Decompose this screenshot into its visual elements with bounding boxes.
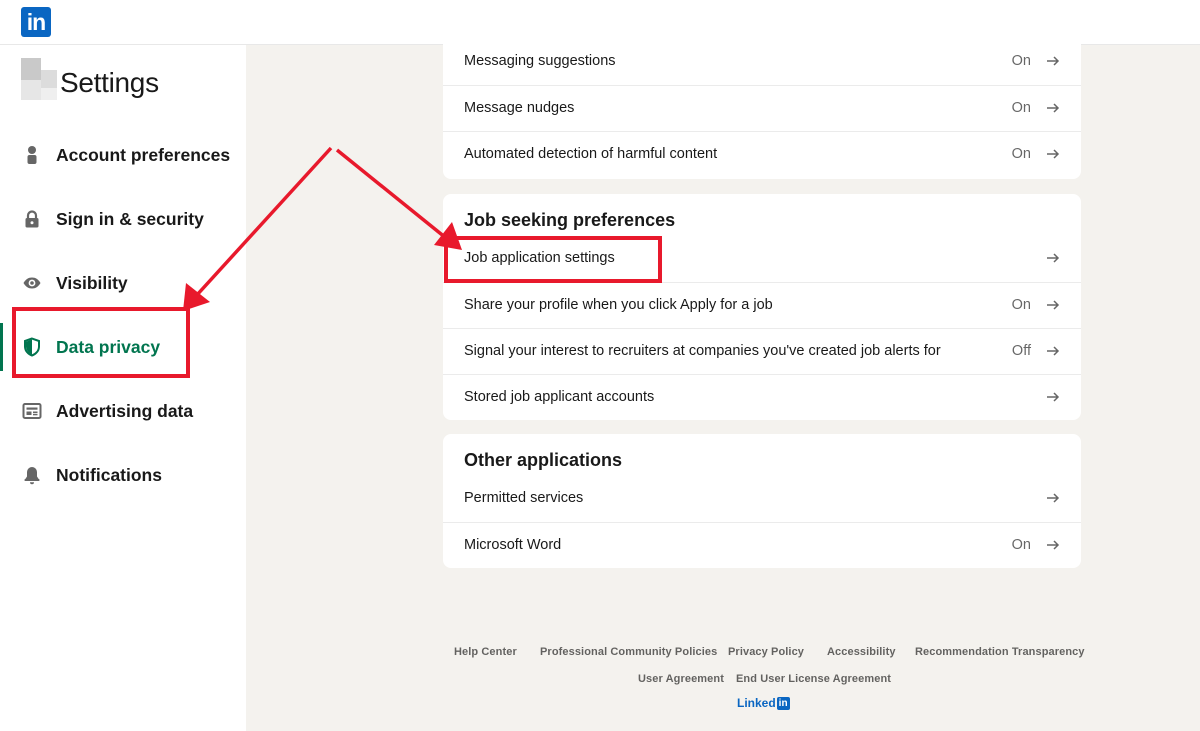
footer-link-accessibility[interactable]: Accessibility: [827, 646, 896, 658]
sidebar-item-advertising-data[interactable]: Advertising data: [0, 391, 246, 431]
setting-value: On: [1011, 146, 1031, 162]
annotation-highlight-job-application-settings: [444, 236, 662, 283]
setting-value: On: [1011, 53, 1031, 69]
arrow-right-icon: [1047, 300, 1060, 310]
job-seeking-card: Job seeking preferences Job application …: [443, 194, 1081, 420]
sidebar-item-label: Notifications: [56, 464, 162, 485]
setting-value: On: [1011, 537, 1031, 553]
newspaper-icon: [22, 401, 42, 421]
sidebar-item-account-preferences[interactable]: Account preferences: [0, 135, 246, 175]
setting-label: Permitted services: [464, 490, 584, 506]
sidebar-item-notifications[interactable]: Notifications: [0, 455, 246, 495]
arrow-right-icon: [1047, 392, 1060, 402]
footer-brand-text: Linked: [737, 696, 776, 710]
setting-row-signal-interest[interactable]: Signal your interest to recruiters at co…: [443, 328, 1081, 374]
footer-link-community-policies[interactable]: Professional Community Policies: [540, 646, 717, 658]
setting-label: Message nudges: [464, 100, 575, 116]
settings-main: Messaging suggestions On Message nudges …: [246, 39, 1200, 731]
sidebar-item-label: Advertising data: [56, 400, 194, 421]
setting-row-messaging-suggestions[interactable]: Messaging suggestions On: [443, 39, 1081, 85]
other-applications-card: Other applications Permitted services Mi…: [443, 434, 1081, 568]
footer-link-help-center[interactable]: Help Center: [454, 646, 517, 658]
sidebar-item-label: Sign in & security: [56, 208, 204, 229]
card-title: Other applications: [464, 450, 623, 470]
sidebar-item-visibility[interactable]: Visibility: [0, 263, 246, 303]
setting-value: On: [1011, 100, 1031, 116]
person-icon: [22, 145, 42, 165]
annotation-highlight-data-privacy: [12, 307, 190, 378]
setting-row-microsoft-word[interactable]: Microsoft Word On: [443, 522, 1081, 568]
arrow-right-icon: [1047, 56, 1060, 66]
setting-label: Automated detection of harmful content: [464, 146, 718, 162]
setting-row-permitted-services[interactable]: Permitted services: [443, 476, 1081, 522]
setting-label: Microsoft Word: [464, 537, 562, 553]
arrow-right-icon: [1047, 103, 1060, 113]
page-title: Settings: [60, 67, 159, 98]
setting-row-message-nudges[interactable]: Message nudges On: [443, 85, 1081, 131]
setting-row-share-profile[interactable]: Share your profile when you click Apply …: [443, 282, 1081, 328]
setting-label: Signal your interest to recruiters at co…: [464, 343, 941, 359]
arrow-right-icon: [1047, 253, 1060, 263]
bell-icon: [22, 465, 42, 485]
sidebar-item-label: Visibility: [56, 272, 128, 293]
settings-sidebar: Settings Account preferences Sign in & s…: [0, 45, 246, 731]
footer-link-eula[interactable]: End User License Agreement: [736, 673, 891, 685]
linkedin-logo[interactable]: in: [21, 7, 51, 37]
footer-link-user-agreement[interactable]: User Agreement: [638, 673, 724, 685]
footer-link-privacy-policy[interactable]: Privacy Policy: [728, 646, 804, 658]
footer-brand-box: in: [776, 696, 790, 710]
setting-label: Messaging suggestions: [464, 53, 616, 69]
arrow-right-icon: [1047, 493, 1060, 503]
avatar[interactable]: [21, 58, 57, 100]
sidebar-item-label: Account preferences: [56, 144, 231, 165]
footer-linkedin-logo[interactable]: Linked in: [737, 696, 790, 710]
setting-value: Off: [1011, 343, 1031, 359]
arrow-right-icon: [1047, 346, 1060, 356]
messaging-card: Messaging suggestions On Message nudges …: [443, 39, 1081, 179]
arrow-right-icon: [1047, 149, 1060, 159]
setting-label: Stored job applicant accounts: [464, 389, 655, 405]
lock-icon: [22, 209, 42, 229]
setting-value: On: [1011, 297, 1031, 313]
setting-label: Share your profile when you click Apply …: [464, 297, 773, 313]
setting-row-harmful-content[interactable]: Automated detection of harmful content O…: [443, 131, 1081, 177]
sidebar-item-sign-in-security[interactable]: Sign in & security: [0, 199, 246, 239]
setting-row-stored-applicant-accounts[interactable]: Stored job applicant accounts: [443, 374, 1081, 420]
eye-icon: [22, 273, 42, 293]
footer-link-recommendation-transparency[interactable]: Recommendation Transparency: [915, 646, 1085, 658]
arrow-right-icon: [1047, 540, 1060, 550]
card-title: Job seeking preferences: [464, 210, 676, 230]
